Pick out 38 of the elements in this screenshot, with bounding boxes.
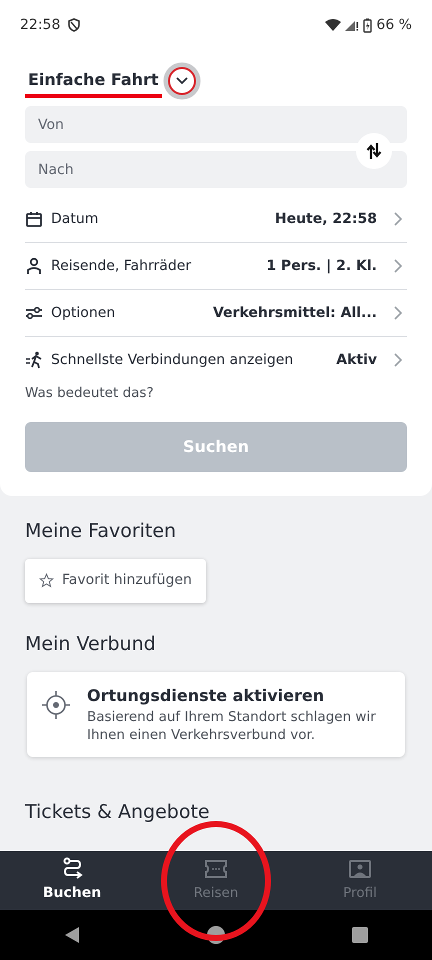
calendar-icon [25, 210, 43, 228]
crosshair-icon [41, 690, 71, 720]
wifi-icon [325, 19, 342, 31]
card-text: Basierend auf Ihrem Standort schlagen wir Ihnen einen Verkehrsverbund vor. [87, 708, 377, 746]
option-row[interactable]: Datum Heute, 22:58 [25, 196, 407, 243]
section-title: Meine Favoriten [25, 520, 178, 543]
chevron-right-icon [393, 352, 403, 368]
battery-level: 66 % [376, 16, 412, 34]
nav-tab[interactable]: Buchen [17, 857, 127, 904]
recents-icon[interactable] [352, 927, 368, 943]
option-row[interactable]: Optionen Verkehrsmittel: All... [25, 290, 407, 337]
signal-icon [345, 19, 360, 31]
option-row[interactable]: Schnellste Verbindungen anzeigen Aktiv [25, 337, 407, 383]
location-card[interactable]: Ortungsdienste aktivieren Basierend auf Ihrem Standort schlagen wir Ihnen einen Verkehrsverbund vor. [27, 672, 405, 758]
clock: 22:58 [20, 16, 60, 34]
sliders-icon [25, 304, 43, 322]
back-icon[interactable] [64, 926, 80, 944]
add-favorite-button[interactable]: Favorit hinzufügen [25, 558, 206, 603]
annotation-ring [162, 62, 201, 100]
swap-icon [366, 142, 382, 160]
runner-icon [25, 351, 43, 369]
text-field[interactable]: Nach [25, 151, 407, 188]
section-title: Tickets & Angebote [25, 801, 211, 824]
text-field[interactable]: Von [25, 106, 407, 143]
card-title: Ortungsdienste aktivieren [87, 684, 326, 707]
chevron-right-icon [393, 211, 403, 227]
person-icon [25, 257, 43, 275]
option-row[interactable]: Reisende, Fahrräder 1 Pers. | 2. Kl. [25, 243, 407, 290]
star-icon [39, 573, 54, 588]
help-link[interactable]: Was bedeutet das? [25, 383, 154, 404]
battery-icon [363, 18, 372, 32]
trip-type-tab[interactable]: Einfache Fahrt [25, 64, 162, 98]
chevron-down-icon [176, 77, 188, 85]
chevron-right-icon [393, 305, 403, 321]
section-title: Mein Verbund [25, 632, 157, 656]
home-icon[interactable] [206, 926, 225, 944]
chevron-right-icon [393, 258, 403, 274]
shield-icon [68, 18, 80, 32]
